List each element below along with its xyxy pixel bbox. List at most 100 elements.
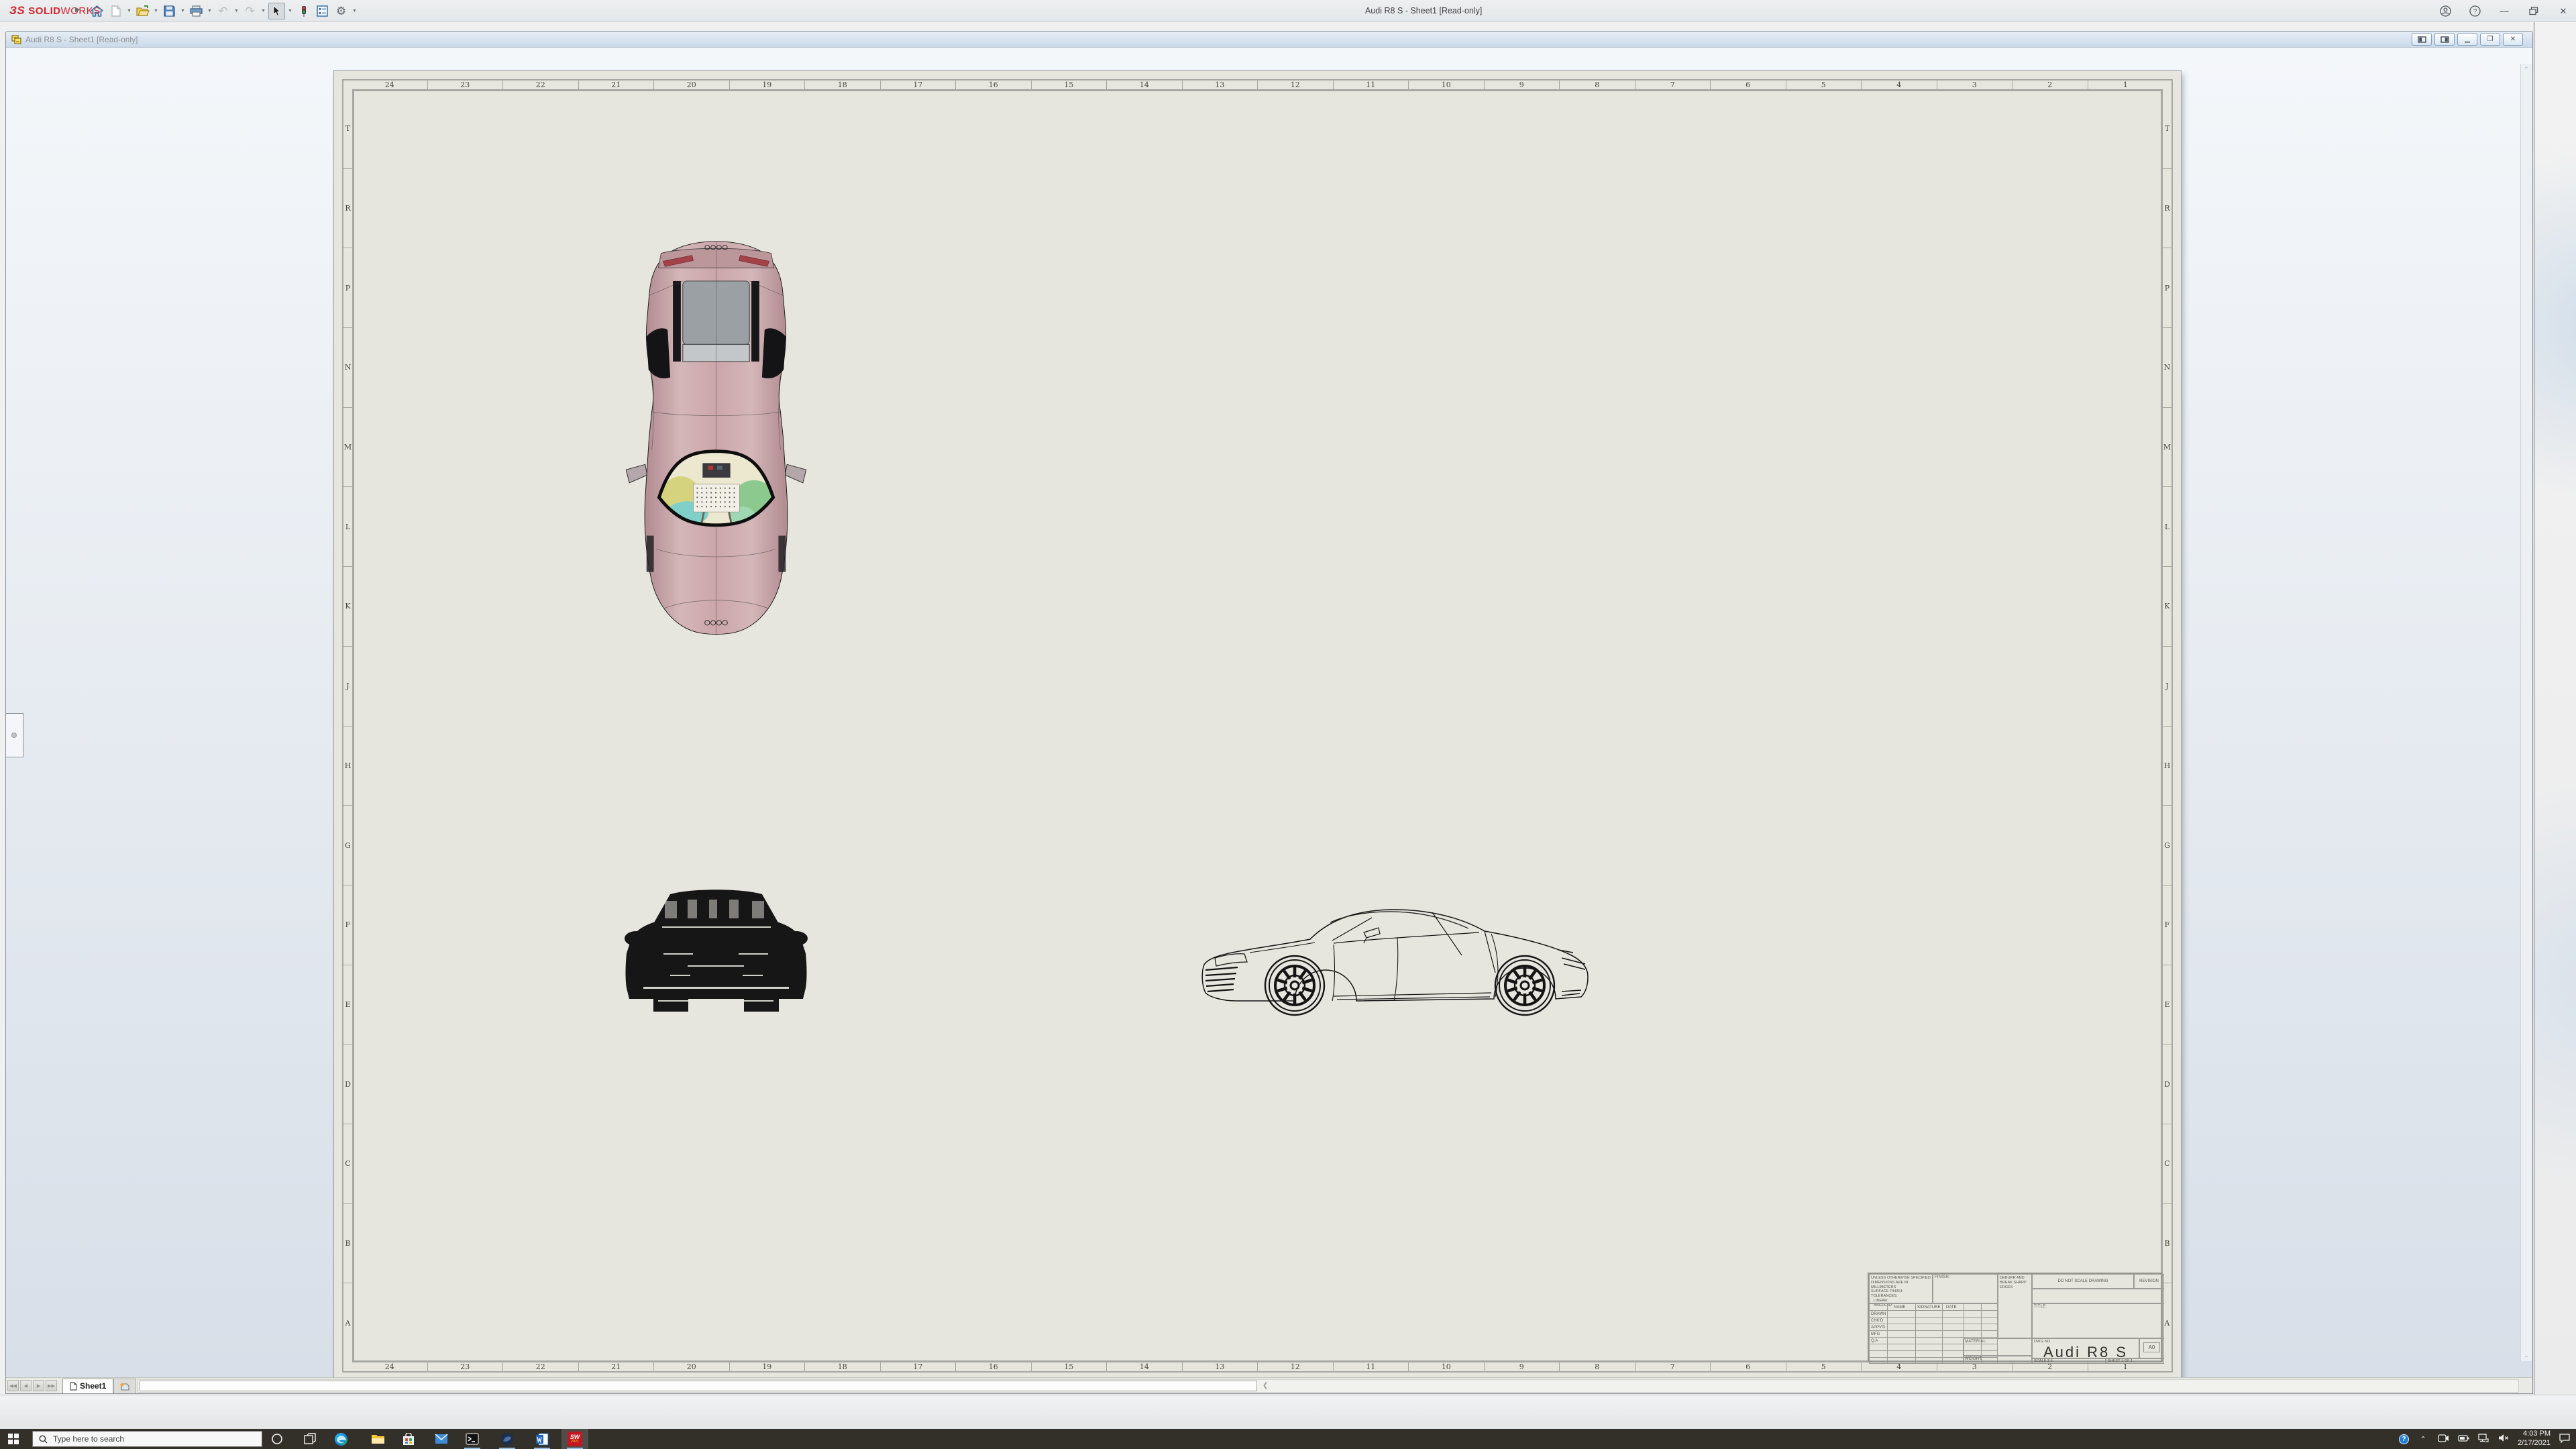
zone-letter: E	[343, 965, 352, 1045]
action-center-icon[interactable]	[2559, 1434, 2571, 1445]
select-dropdown-icon[interactable]: ▼	[287, 9, 293, 13]
solidworks-logo-bold: SOLID	[28, 5, 60, 17]
document-title: Audi R8 S - Sheet1 [Read-only]	[25, 35, 138, 44]
window-title: Audi R8 S - Sheet1 [Read-only]	[1365, 6, 1482, 15]
minimize-button[interactable]: —	[2497, 6, 2512, 16]
store-icon[interactable]	[395, 1429, 422, 1449]
tolerance-line: UNLESS OTHERWISE SPECIFIED:	[1871, 1276, 1932, 1281]
print-icon[interactable]	[188, 3, 205, 19]
meet-now-icon[interactable]	[2437, 1434, 2449, 1444]
horizontal-scrollbar-thumb[interactable]	[140, 1381, 1257, 1391]
scroll-left-icon[interactable]: ❮	[1263, 1382, 1268, 1389]
last-sheet-icon[interactable]: ▶▶	[46, 1380, 57, 1391]
drawing-view-side[interactable]	[1196, 891, 1599, 1018]
cortana-icon[interactable]	[264, 1429, 290, 1449]
options-dropdown-icon[interactable]: ▼	[352, 9, 358, 13]
edrawings-icon[interactable]	[494, 1429, 521, 1449]
previous-sheet-icon[interactable]: ◀	[20, 1380, 32, 1391]
weight-label: WEIGHT:	[1965, 1357, 1982, 1361]
options-gear-icon[interactable]: ⚙	[333, 3, 350, 19]
horizontal-scrollbar[interactable]: ❮	[138, 1379, 2519, 1393]
pen-battery-icon[interactable]	[2457, 1435, 2469, 1444]
col-header-name: NAME	[1894, 1305, 1905, 1309]
doc-close-button[interactable]: ✕	[2503, 33, 2523, 46]
doc-minimize-button[interactable]: ▁	[2457, 33, 2477, 46]
properties-icon[interactable]	[314, 3, 331, 19]
do-not-scale-cell: DO NOT SCALE DRAWING	[2032, 1274, 2134, 1289]
zone-letter: H	[343, 727, 352, 806]
mail-icon[interactable]	[428, 1429, 455, 1449]
drawing-view-front[interactable]	[623, 886, 809, 1016]
drawing-viewport[interactable]: 242322212019181716151413121110987654321 …	[6, 48, 2532, 1377]
edge-icon[interactable]	[327, 1429, 354, 1449]
scroll-up-icon[interactable]: ⌃	[2524, 66, 2529, 73]
zone-number: 22	[503, 80, 579, 89]
file-explorer-icon[interactable]	[364, 1429, 391, 1449]
command-prompt-icon[interactable]	[459, 1429, 486, 1449]
collapse-left-pane-icon[interactable]	[2412, 33, 2432, 46]
zone-number: 20	[654, 80, 730, 89]
zone-letter: R	[343, 169, 352, 249]
account-icon[interactable]	[2438, 5, 2453, 17]
zone-number: 16	[956, 80, 1032, 89]
taskbar-search-input[interactable]: Type here to search	[32, 1431, 262, 1447]
restore-button[interactable]	[2526, 7, 2541, 15]
save-icon[interactable]	[161, 3, 178, 19]
zone-number: 6	[1711, 1362, 1786, 1371]
first-sheet-icon[interactable]: ◀◀	[7, 1380, 19, 1391]
taskbar-clock[interactable]: 4:03 PM 2/17/2021	[2518, 1430, 2551, 1448]
zone-letter: G	[2163, 806, 2171, 885]
zone-number: 21	[579, 80, 655, 89]
add-sheet-icon[interactable]	[113, 1379, 136, 1393]
select-cursor-icon[interactable]	[268, 3, 285, 19]
open-dropdown-icon[interactable]: ▼	[153, 9, 159, 13]
sw-badge-year: 2021	[571, 1440, 579, 1444]
menu-flyout-icon[interactable]: ▶	[75, 6, 80, 13]
paper-size-cell: A0	[2139, 1338, 2164, 1358]
close-button[interactable]: ✕	[2556, 6, 2571, 17]
task-view-icon[interactable]	[297, 1429, 323, 1449]
start-button[interactable]	[0, 1429, 27, 1449]
zone-number: 8	[1560, 1362, 1635, 1371]
drawing-sheet[interactable]: 242322212019181716151413121110987654321 …	[334, 71, 2181, 1381]
tab-sheet1[interactable]: Sheet1	[62, 1379, 113, 1393]
save-dropdown-icon[interactable]: ▼	[180, 9, 186, 13]
home-icon[interactable]	[89, 3, 105, 19]
task-pane-strip[interactable]	[2534, 22, 2576, 1395]
zone-letter: T	[2163, 89, 2171, 169]
word-icon[interactable]	[529, 1429, 555, 1449]
network-icon[interactable]	[2477, 1434, 2489, 1444]
stoplight-icon[interactable]	[295, 3, 312, 19]
zone-number: 4	[1862, 80, 1937, 89]
new-document-dropdown-icon[interactable]: ▼	[126, 9, 132, 13]
next-sheet-icon[interactable]: ▶	[33, 1380, 44, 1391]
zone-number: 3	[1937, 80, 2013, 89]
solidworks-taskbar-icon[interactable]: SW 2021	[561, 1429, 588, 1449]
vertical-scrollbar[interactable]: ⌃ ⌄	[2520, 64, 2532, 1361]
tolerance-line: TOLERANCES:	[1871, 1294, 1932, 1299]
redo-icon: ↷	[241, 3, 258, 19]
collapsed-panel-handle[interactable]	[6, 713, 23, 757]
new-document-icon[interactable]	[107, 3, 124, 19]
paper-size-value: A0	[2143, 1342, 2160, 1352]
scroll-down-icon[interactable]: ⌄	[2524, 1352, 2529, 1359]
zone-number: 21	[579, 1362, 655, 1371]
tolerance-line: LINEAR:	[1871, 1299, 1932, 1303]
zone-letters-right: TRPNMLKJHGFEDCBA	[2163, 89, 2171, 1362]
dwg-no-cell: DWG NO. Audi R8 S	[2032, 1338, 2139, 1358]
collapse-right-pane-icon[interactable]	[2434, 33, 2455, 46]
doc-restore-button[interactable]: ❐	[2480, 33, 2500, 46]
redo-dropdown-icon: ▼	[260, 9, 266, 13]
volume-muted-icon[interactable]	[2498, 1434, 2510, 1444]
quick-access-toolbar: ▼ ▼ ▼ ▼ ↶ ▼ ↷ ▼ ▼ ⚙ ▼	[89, 0, 358, 22]
open-icon[interactable]	[134, 3, 151, 19]
zone-number: 23	[428, 1362, 504, 1371]
solidworks-logo-mark: ЗS	[9, 4, 25, 17]
zone-letter: E	[2163, 965, 2171, 1045]
help-icon[interactable]: ?	[2467, 5, 2482, 17]
tray-help-icon[interactable]: ?	[2399, 1434, 2409, 1444]
hidden-icons-chevron[interactable]: ⌃	[2417, 1435, 2429, 1444]
drawing-view-top[interactable]	[623, 239, 809, 636]
print-dropdown-icon[interactable]: ▼	[207, 9, 213, 13]
do-not-scale-label: DO NOT SCALE DRAWING	[2057, 1279, 2108, 1283]
